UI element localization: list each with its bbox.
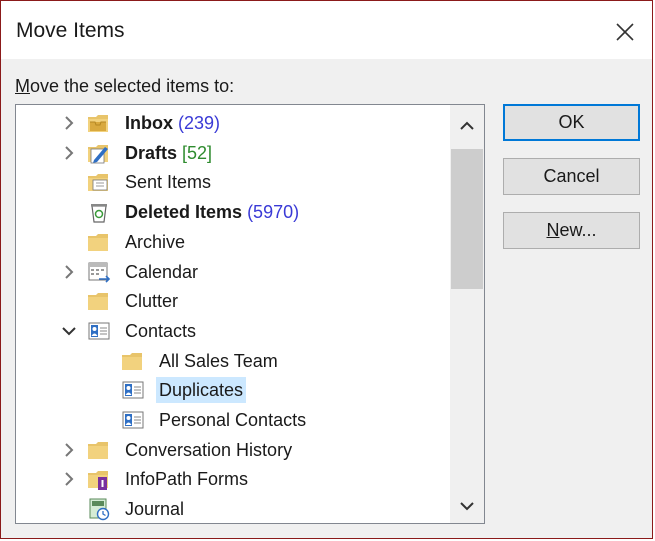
chevron-up-icon bbox=[460, 121, 474, 130]
tree-item-label: All Sales Team bbox=[156, 348, 281, 374]
tree-item-sent-items[interactable]: Sent Items bbox=[16, 168, 446, 196]
tree-item-label: Sent Items bbox=[122, 169, 214, 195]
dialog-title: Move Items bbox=[16, 19, 125, 42]
move-items-dialog: Move Items Move the selected items to: I… bbox=[0, 0, 653, 539]
tree-item-journal[interactable]: Journal bbox=[16, 495, 446, 523]
tree-item-duplicates[interactable]: Duplicates bbox=[16, 376, 446, 404]
tree-item-label: InfoPath Forms bbox=[122, 466, 251, 492]
chevron-right-icon[interactable] bbox=[61, 264, 77, 280]
cancel-button[interactable]: Cancel bbox=[503, 158, 640, 195]
folder-name: Deleted Items bbox=[125, 202, 243, 223]
folder-tree[interactable]: Inbox (239) Drafts [52] Sent Items Deleted … bbox=[15, 104, 485, 524]
tree-item-label: Personal Contacts bbox=[156, 407, 309, 433]
tree-item-label: Archive bbox=[122, 229, 188, 255]
item-count: (239) bbox=[178, 113, 221, 133]
close-button[interactable] bbox=[604, 11, 646, 53]
folder-name: InfoPath Forms bbox=[125, 469, 249, 490]
close-icon bbox=[616, 23, 634, 41]
title-bar: Move Items bbox=[1, 1, 652, 59]
chevron-down-icon[interactable] bbox=[61, 323, 77, 339]
ok-button[interactable]: OK bbox=[503, 104, 640, 141]
folder-name: Drafts bbox=[125, 142, 178, 163]
destination-prompt: Move the selected items to: bbox=[15, 76, 235, 96]
folder-name: All Sales Team bbox=[159, 350, 278, 371]
chevron-right-icon[interactable] bbox=[61, 145, 77, 161]
folder-icon bbox=[121, 349, 145, 373]
vertical-scrollbar[interactable] bbox=[450, 105, 484, 523]
tree-item-contacts[interactable]: Contacts bbox=[16, 317, 446, 345]
chevron-down-icon bbox=[460, 502, 474, 511]
folder-name: Clutter bbox=[125, 291, 179, 312]
tree-item-deleted-items[interactable]: Deleted Items (5970) bbox=[16, 198, 446, 226]
tree-item-label: Calendar bbox=[122, 259, 201, 285]
folder-name: Archive bbox=[125, 231, 186, 252]
chevron-right-icon[interactable] bbox=[61, 115, 77, 131]
contacts-folder-icon bbox=[87, 319, 111, 343]
tree-item-all-sales-team[interactable]: All Sales Team bbox=[16, 347, 446, 375]
inbox-folder-icon bbox=[87, 111, 111, 135]
item-count: [52] bbox=[182, 142, 213, 163]
tree-item-inbox[interactable]: Inbox (239) bbox=[16, 109, 446, 137]
tree-item-archive[interactable]: Archive bbox=[16, 228, 446, 256]
tree-item-conversation-history[interactable]: Conversation History bbox=[16, 436, 446, 464]
chevron-right-icon[interactable] bbox=[61, 471, 77, 487]
folder-name: Conversation History bbox=[125, 439, 293, 460]
tree-item-label: Duplicates bbox=[156, 377, 247, 404]
new-folder-button[interactable]: New... bbox=[503, 212, 640, 249]
folder-name: Inbox bbox=[125, 113, 173, 133]
infopath-folder-icon bbox=[87, 467, 111, 491]
calendar-folder-icon bbox=[87, 260, 111, 284]
folder-name: Journal bbox=[125, 499, 185, 520]
folder-icon bbox=[87, 438, 111, 462]
tree-item-label: Drafts [52] bbox=[122, 140, 215, 166]
tree-item-infopath-forms[interactable]: InfoPath Forms bbox=[16, 465, 446, 493]
tree-item-label: Clutter bbox=[122, 288, 181, 314]
tree-item-drafts[interactable]: Drafts [52] bbox=[16, 139, 446, 167]
tree-item-label: Deleted Items (5970) bbox=[122, 199, 302, 225]
tree-item-label: Journal bbox=[122, 496, 187, 522]
folder-name: Duplicates bbox=[159, 380, 244, 401]
folder-name: Calendar bbox=[125, 261, 199, 282]
folder-icon bbox=[87, 289, 111, 313]
folder-name: Sent Items bbox=[125, 172, 212, 193]
chevron-right-icon[interactable] bbox=[61, 442, 77, 458]
sent-items-folder-icon bbox=[87, 170, 111, 194]
contacts-folder-icon bbox=[121, 378, 145, 402]
folder-icon bbox=[87, 230, 111, 254]
scroll-thumb[interactable] bbox=[451, 149, 483, 289]
journal-folder-icon bbox=[87, 497, 111, 521]
folder-name: Personal Contacts bbox=[159, 410, 307, 430]
tree-item-personal-contacts[interactable]: Personal Contacts bbox=[16, 406, 446, 434]
tree-item-label: Conversation History bbox=[122, 437, 295, 463]
contacts-folder-icon bbox=[121, 408, 145, 432]
drafts-folder-icon bbox=[87, 141, 111, 165]
tree-item-clutter[interactable]: Clutter bbox=[16, 287, 446, 315]
scroll-up-button[interactable] bbox=[450, 109, 484, 143]
tree-item-label: Contacts bbox=[122, 318, 199, 344]
item-count: (5970) bbox=[247, 202, 300, 223]
recycle-bin-icon bbox=[87, 200, 111, 224]
tree-item-calendar[interactable]: Calendar bbox=[16, 258, 446, 286]
scroll-down-button[interactable] bbox=[450, 489, 484, 523]
tree-item-label: Inbox (239) bbox=[122, 110, 223, 136]
folder-name: Contacts bbox=[125, 320, 197, 341]
